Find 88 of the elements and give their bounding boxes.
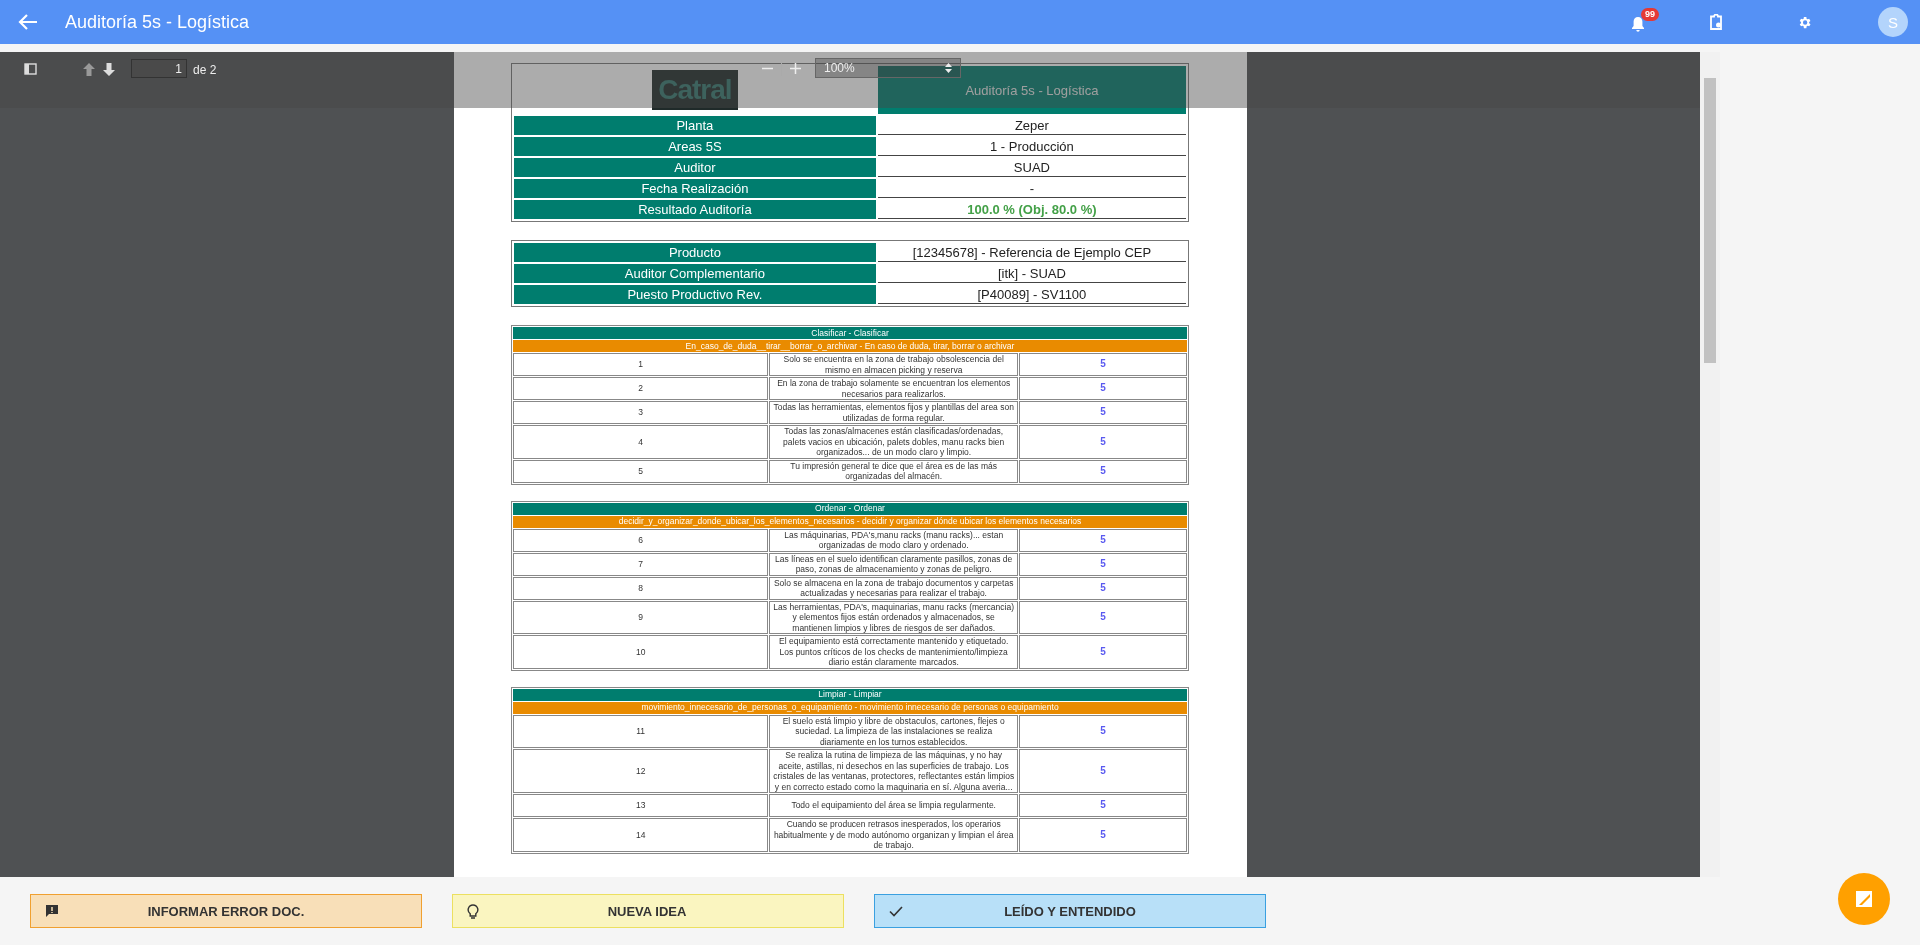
score-value: 5: [1019, 401, 1187, 424]
question-text: Todas las herramientas, elementos fijos y plantillas del area son utilizadas de forma regular.: [769, 401, 1018, 424]
question-text: Todas las zonas/almacenes están clasificadas/ordenadas, palets vacios en ubicación, palets dobles, manu racks bien organizados... de un modo claro y limpio.: [769, 425, 1018, 459]
field-label: Puesto Productivo Rev.: [514, 285, 876, 304]
scrollbar[interactable]: [1700, 52, 1720, 877]
item-number: 8: [513, 576, 769, 600]
section-subtitle: En_caso_de_duda__tirar__borrar_o_archivar - En caso de duda, tirar, borrar o archivar: [513, 340, 1187, 352]
sidebar-icon: [24, 63, 37, 75]
check-icon: [889, 905, 903, 917]
score-value: 5: [1019, 635, 1187, 669]
item-number: 10: [513, 635, 769, 669]
question-text: En la zona de trabajo solamente se encuentran los elementos necesarios para realizarlos.: [769, 377, 1018, 400]
item-number: 3: [513, 401, 769, 424]
up-arrow-icon: [83, 63, 95, 76]
back-arrow-icon: [18, 14, 38, 30]
plus-icon: [790, 63, 801, 74]
field-value: [itk] - SUAD: [877, 264, 1186, 283]
field-value: 100.0 % (Obj. 80.0 %): [877, 200, 1186, 219]
score-value: 5: [1019, 353, 1187, 376]
section-title: Clasificar - Clasificar: [513, 327, 1187, 339]
clipboard-icon: [1709, 14, 1723, 30]
field-value: SUAD: [877, 158, 1186, 177]
action-button[interactable]: NUEVA IDEA: [452, 894, 844, 928]
question-text: Cuando se producen retrasos inesperados, los operarios habitualmente y de modo autónomo organizan y limpian el área de trabajo.: [769, 818, 1018, 852]
section-subtitle: decidir_y_organizar_donde_ubicar_los_elementos_necesarios - decidir y organizar dónde ubicar los elementos necesarios: [513, 515, 1187, 528]
score-value: 5: [1019, 749, 1187, 793]
field-label: Producto: [514, 243, 876, 262]
field-value: [P40089] - SV1100: [877, 285, 1186, 304]
score-value: 5: [1019, 425, 1187, 459]
field-label: Resultado Auditoría: [514, 200, 876, 219]
item-number: 12: [513, 749, 769, 793]
scrollbar-thumb[interactable]: [1704, 78, 1716, 363]
down-arrow-icon: [103, 63, 115, 76]
question-text: Las líneas en el suelo identifican claramente pasillos, zonas de paso, zonas de almacenamiento y zonas de peligro.: [769, 552, 1018, 576]
question-text: Solo se almacena en la zona de trabajo documentos y carpetas actualizadas y necesarias para realizar el trabajo.: [769, 576, 1018, 600]
field-value: [12345678] - Referencia de Ejemplo CEP: [877, 243, 1186, 262]
action-button[interactable]: INFORMAR ERROR DOC.: [30, 894, 422, 928]
score-value: 5: [1019, 714, 1187, 748]
score-value: 5: [1019, 818, 1187, 852]
section-title: Ordenar - Ordenar: [513, 502, 1187, 515]
item-number: 14: [513, 818, 769, 852]
score-value: 5: [1019, 600, 1187, 634]
document-title: Auditoría 5s - Logística: [877, 66, 1186, 114]
question-text: Todo el equipamiento del área se limpia regularmente.: [769, 794, 1018, 817]
field-label: Auditor: [514, 158, 876, 177]
item-number: 13: [513, 794, 769, 817]
score-value: 5: [1019, 459, 1187, 483]
field-label: Planta: [514, 116, 876, 135]
question-text: Las máquinarias, PDA's,manu racks (manu racks)... estan organizadas de modo claro y ordenado.: [769, 528, 1018, 552]
score-value: 5: [1019, 794, 1187, 817]
question-text: El equipamiento está correctamente mantenido y etiquetado. Los puntos críticos de los checks de mantenimiento/limpieza diario están claramente marcados.: [769, 635, 1018, 669]
section-title: Limpiar - Limpiar: [513, 688, 1187, 701]
question-text: Se realiza la rutina de limpieza de las máquinas, y no hay aceite, astillas, ni desechos en las superficies de trabajo. Los cristales de las ventanas, protectores, reflectantes están limpios y en correcto estado como la maquinaria en sí. Alguna averia...: [769, 749, 1018, 793]
pencil-square-icon: [1855, 890, 1873, 908]
score-value: 5: [1019, 528, 1187, 552]
field-value: 1 - Producción: [877, 137, 1186, 156]
bell-icon: [1631, 16, 1645, 32]
item-number: 2: [513, 377, 769, 400]
select-arrows-icon: [945, 63, 952, 73]
notifications-button[interactable]: 99: [1627, 8, 1659, 36]
settings-icon: [1797, 14, 1812, 30]
notification-badge: 99: [1641, 8, 1659, 21]
page-number-field[interactable]: 1: [131, 59, 187, 78]
page-count: de 2: [193, 63, 217, 77]
field-label: Areas 5S: [514, 137, 876, 156]
action-button[interactable]: LEÍDO Y ENTENDIDO: [874, 894, 1266, 928]
item-number: 11: [513, 714, 769, 748]
lightbulb-icon: [467, 903, 479, 919]
feedback-icon: [45, 904, 59, 918]
score-value: 5: [1019, 576, 1187, 600]
item-number: 5: [513, 459, 769, 483]
field-value: Zeper: [877, 116, 1186, 135]
item-number: 9: [513, 600, 769, 634]
section-subtitle: movimiento_innecesario_de_personas_o_equipamiento - movimiento innecesario de personas o equipamiento: [513, 701, 1187, 714]
question-text: Tu impresión general te dice que el área es de las más organizadas del almacén.: [769, 459, 1018, 483]
question-text: Solo se encuentra en la zona de trabajo obsolescencia del mismo en almacen picking y reserva: [769, 353, 1018, 376]
item-number: 6: [513, 528, 769, 552]
item-number: 4: [513, 425, 769, 459]
question-text: El suelo está limpio y libre de obstaculos, cartones, flejes o suciedad. La limpieza de las instalaciones se realiza diariamente en los turnos establecidos.: [769, 714, 1018, 748]
score-value: 5: [1019, 377, 1187, 400]
field-label: Auditor Complementario: [514, 264, 876, 283]
page-title: Auditoría 5s - Logística: [65, 11, 250, 33]
item-number: 7: [513, 552, 769, 576]
score-value: 5: [1019, 552, 1187, 576]
field-value: -: [877, 179, 1186, 198]
question-text: Las herramientas, PDA's, maquinarias, manu racks (mercancia) y elementos fijos están ordenados y almacenados, se mantienen limpios y libres de riesgos de ser dañados.: [769, 600, 1018, 634]
item-number: 1: [513, 353, 769, 376]
field-label: Fecha Realización: [514, 179, 876, 198]
